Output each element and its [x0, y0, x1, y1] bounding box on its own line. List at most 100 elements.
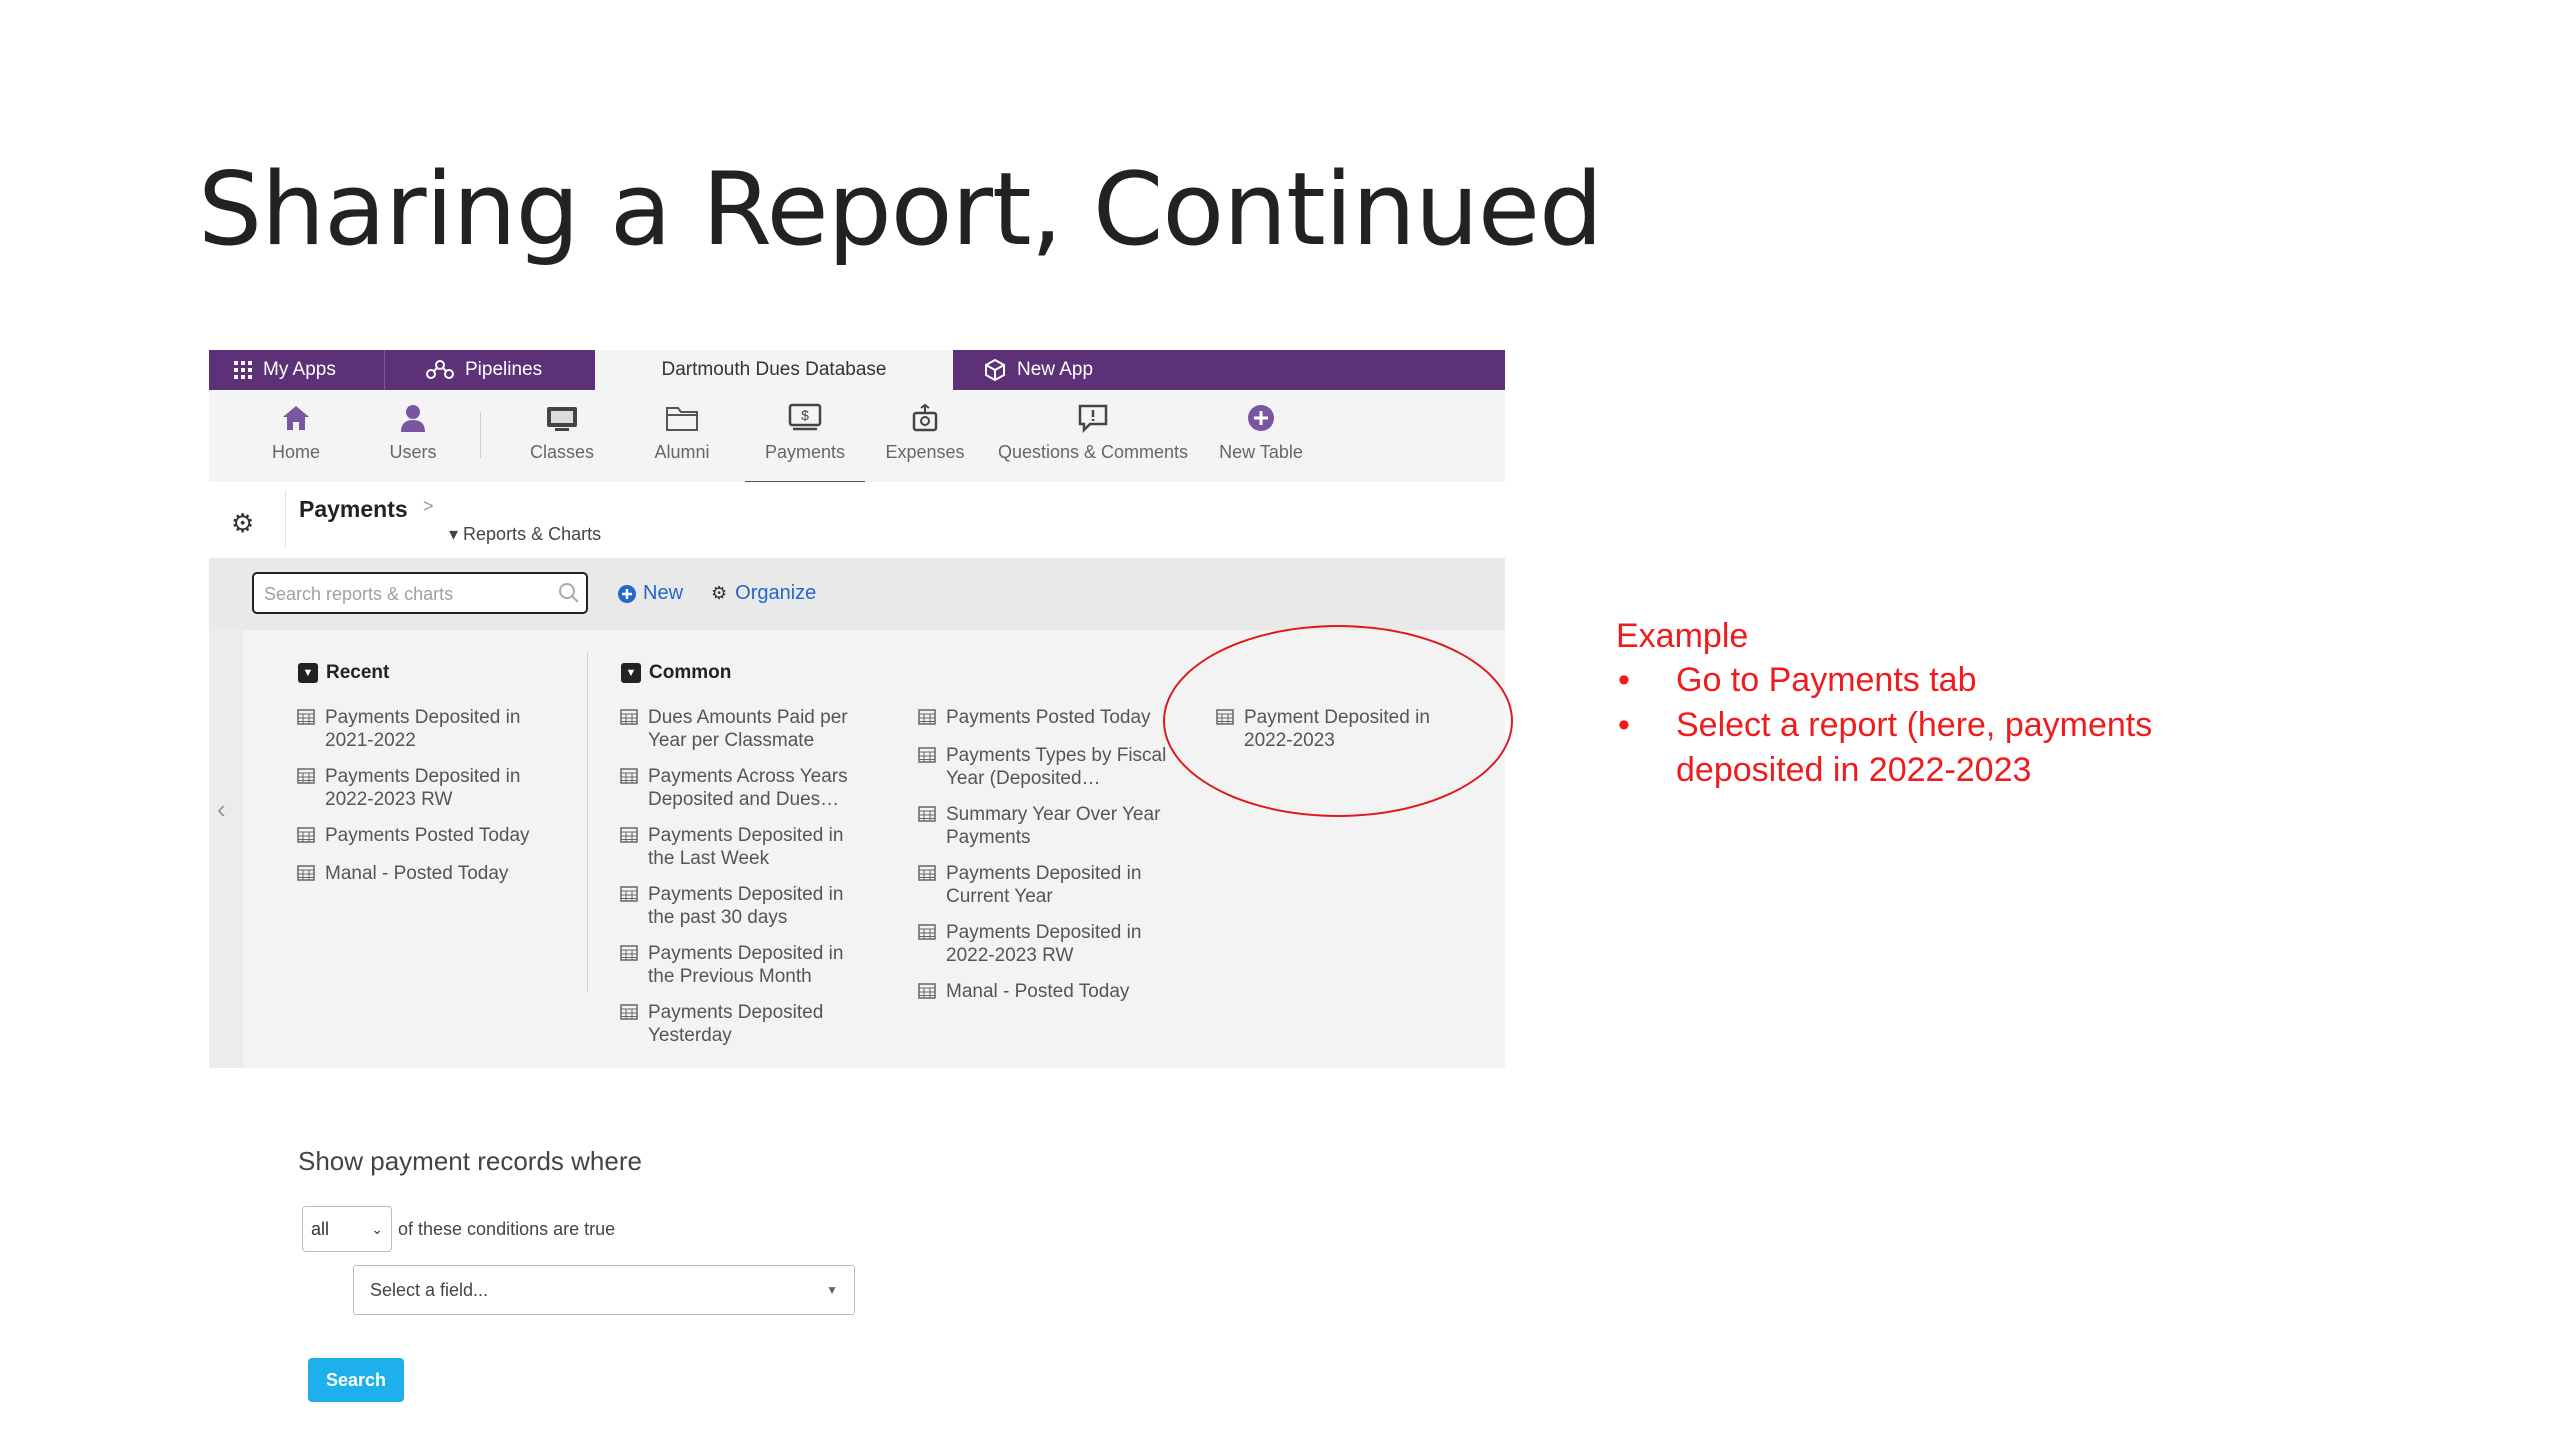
page-title[interactable]: Payments [299, 496, 408, 523]
chevron-left-icon: ‹ [217, 794, 226, 824]
grid-icon [234, 361, 252, 379]
collapse-panel-button[interactable]: ‹ [209, 630, 243, 1068]
organize-button[interactable]: ⚙ Organize [711, 582, 816, 605]
report-item-label: Payments Deposited in the past 30 days [648, 884, 844, 928]
report-item-label: Payments Posted Today [325, 825, 530, 846]
annotation-title: Example [1616, 617, 1749, 655]
table-icon [297, 767, 315, 790]
chevron-down-icon[interactable]: ▼ [621, 663, 641, 683]
recent-header: ▼ Recent [298, 662, 389, 684]
search-toolbar: New ⚙ Organize [209, 558, 1505, 630]
annotation-bullet: Select a report (here, payments deposite… [1616, 703, 2196, 793]
report-item[interactable]: Dues Amounts Paid per Year per Classmate [620, 706, 880, 752]
recent-list: Payments Deposited in 2021-2022 Payments … [297, 706, 547, 900]
report-item[interactable]: Payments Deposited in the Previous Month [620, 942, 880, 988]
common-list-2: Payments Posted Today Payments Types by F… [918, 706, 1178, 1018]
table-nav-bar: Home Users Classes Alumni $ Payments Exp… [209, 390, 1505, 484]
report-item-label: Payments Across Years Deposited and Dues… [648, 766, 848, 810]
cube-icon [985, 358, 1005, 382]
home-icon [283, 406, 309, 430]
reports-panel: ‹ ▼ Recent Payments Deposited in 2021-20… [209, 630, 1505, 1068]
plus-circle-icon [618, 584, 636, 603]
breadcrumb: ⚙ Payments > ▾ Reports & Charts [209, 482, 1505, 558]
nav-users-label: Users [389, 442, 437, 462]
search-icon[interactable] [558, 582, 580, 604]
gear-icon[interactable]: ⚙ [231, 508, 254, 539]
report-item[interactable]: Payments Posted Today [918, 706, 1178, 731]
tab-new-app[interactable]: New App [983, 350, 1183, 390]
common-list-1: Dues Amounts Paid per Year per Classmate… [620, 706, 880, 1060]
search-input[interactable] [262, 580, 556, 608]
nav-new-table[interactable]: New Table [1201, 398, 1321, 478]
report-item-label: Payments Deposited Yesterday [648, 1002, 824, 1046]
app-tab-bar: My Apps Pipelines Dartmouth Dues Databas… [209, 350, 1505, 390]
chevron-down-icon[interactable]: ▼ [298, 663, 318, 683]
match-select[interactable]: all ⌄ [302, 1206, 392, 1252]
report-item[interactable]: Payment Deposited in 2022-2023 [1216, 706, 1476, 752]
nav-home[interactable]: Home [236, 398, 356, 478]
nav-expenses-label: Expenses [885, 442, 965, 462]
breadcrumb-separator: > [423, 496, 434, 516]
classes-icon [547, 407, 577, 431]
nav-payments[interactable]: $ Payments [745, 398, 865, 484]
section-divider [587, 652, 588, 992]
table-icon [620, 885, 638, 908]
report-item[interactable]: Manal - Posted Today [297, 862, 547, 887]
organize-label: Organize [735, 582, 817, 604]
table-icon [918, 864, 936, 887]
report-item-label: Payments Deposited in the Last Week [648, 825, 844, 869]
nav-home-label: Home [271, 442, 320, 462]
nav-divider [480, 412, 481, 458]
nav-classes[interactable]: Classes [502, 398, 622, 478]
table-icon [620, 944, 638, 967]
report-item-label: Payments Deposited in 2022-2023 RW [325, 766, 521, 810]
report-item-label: Manal - Posted Today [325, 863, 509, 884]
report-item[interactable]: Summary Year Over Year Payments [918, 803, 1178, 849]
reports-charts-dropdown[interactable]: ▾ Reports & Charts [449, 524, 601, 545]
report-item-label: Payments Deposited in the Previous Month [648, 943, 844, 987]
common-title: Common [649, 662, 732, 683]
tab-pipelines-label: Pipelines [465, 359, 543, 380]
divider [285, 490, 286, 548]
report-item-label: Payment Deposited in 2022-2023 [1244, 707, 1430, 751]
nav-expenses[interactable]: Expenses [865, 398, 985, 478]
table-icon [297, 864, 315, 887]
tab-dartmouth-dues-database[interactable]: Dartmouth Dues Database [595, 350, 953, 390]
annotation-bullet: Go to Payments tab [1616, 658, 2196, 703]
report-item[interactable]: Payments Deposited in 2021-2022 [297, 706, 547, 752]
report-item[interactable]: Payments Types by Fiscal Year (Deposited… [918, 744, 1178, 790]
report-item[interactable]: Payments Posted Today [297, 824, 547, 849]
gear-icon: ⚙ [711, 583, 728, 603]
nav-alumni[interactable]: Alumni [622, 398, 742, 478]
tab-pipelines[interactable]: Pipelines [385, 350, 595, 390]
report-item[interactable]: Payments Deposited in 2022-2023 RW [918, 921, 1178, 967]
report-item[interactable]: Payments Deposited in the Last Week [620, 824, 880, 870]
report-item[interactable]: Payments Deposited in Current Year [918, 862, 1178, 908]
plus-circle-icon [1248, 405, 1274, 431]
table-icon [620, 767, 638, 790]
report-item[interactable]: Manal - Posted Today [918, 980, 1178, 1005]
search-box [252, 572, 588, 614]
report-item[interactable]: Payments Deposited in 2022-2023 RW [297, 765, 547, 811]
search-button[interactable]: Search [308, 1358, 404, 1402]
filter-heading: Show payment records where [298, 1146, 642, 1176]
field-select-placeholder: Select a field... [370, 1279, 489, 1300]
nav-alumni-label: Alumni [654, 442, 710, 462]
table-icon [918, 805, 936, 828]
nav-users[interactable]: Users [353, 398, 473, 478]
field-select[interactable]: Select a field... ▼ [353, 1265, 855, 1315]
report-item[interactable]: Payments Deposited Yesterday [620, 1001, 880, 1047]
report-item-label: Summary Year Over Year Payments [946, 804, 1161, 848]
report-item-label: Payments Types by Fiscal Year (Deposited… [946, 745, 1167, 789]
nav-classes-label: Classes [529, 442, 595, 462]
nav-questions-comments[interactable]: Questions & Comments [993, 398, 1193, 478]
table-icon [620, 1003, 638, 1026]
report-item[interactable]: Payments Across Years Deposited and Dues… [620, 765, 880, 811]
table-icon [297, 826, 315, 849]
new-report-button[interactable]: New [617, 582, 683, 605]
table-icon [1216, 708, 1234, 731]
tab-my-apps[interactable]: My Apps [209, 350, 385, 390]
table-icon [620, 708, 638, 731]
tab-my-apps-label: My Apps [263, 359, 336, 380]
report-item[interactable]: Payments Deposited in the past 30 days [620, 883, 880, 929]
